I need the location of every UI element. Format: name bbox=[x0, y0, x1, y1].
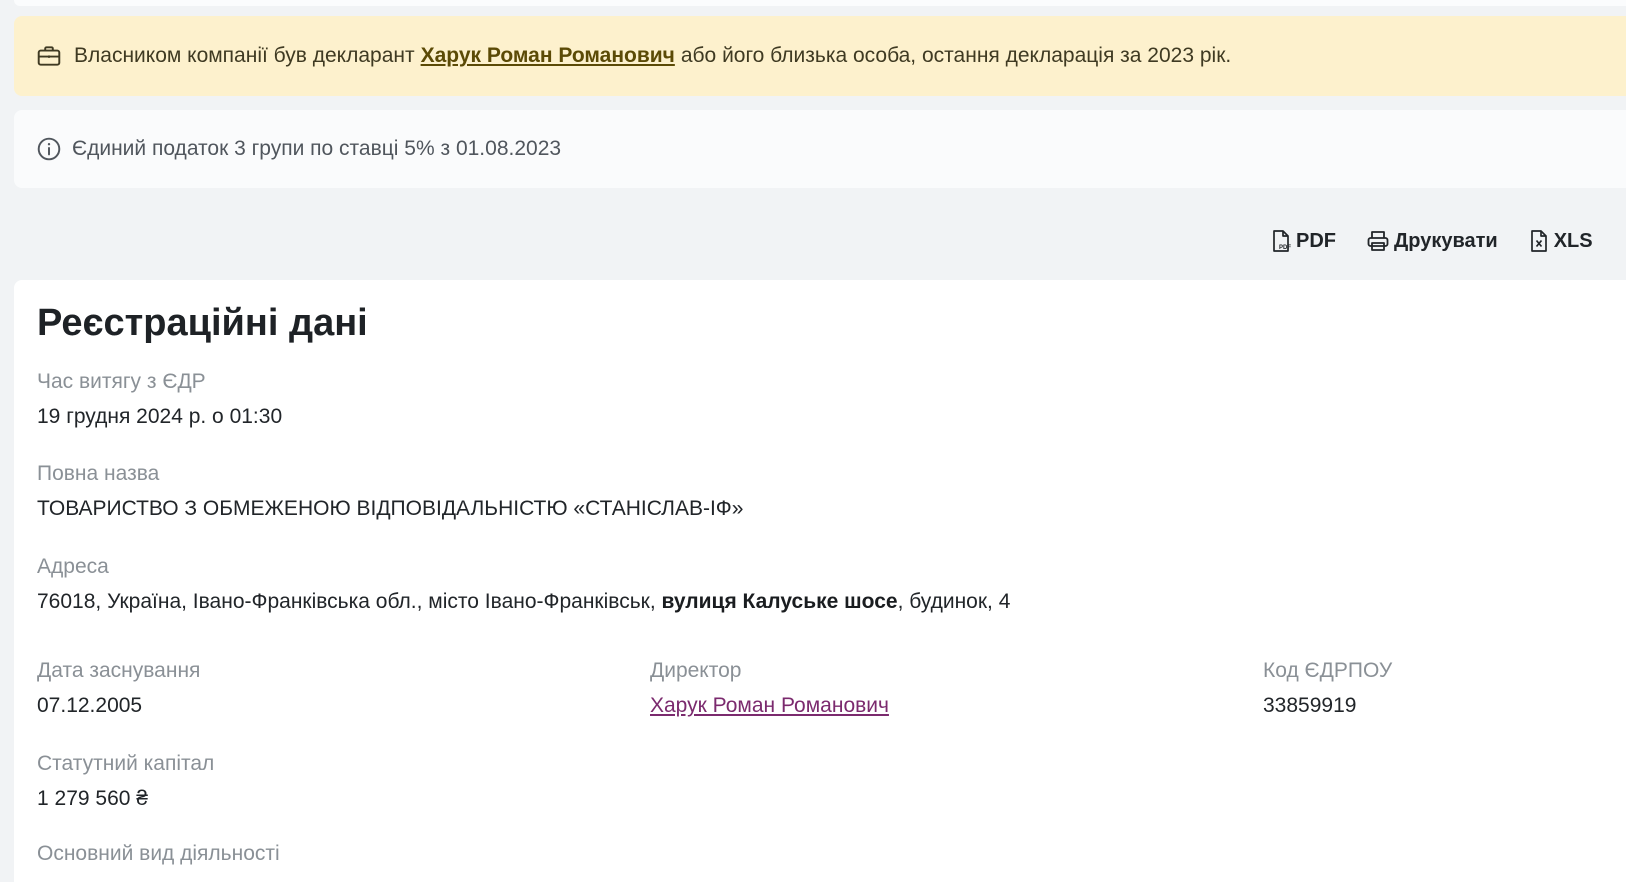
founded-field: Дата заснування 07.12.2005 bbox=[37, 658, 200, 719]
extract-time-label: Час витягу з ЄДР bbox=[37, 370, 206, 393]
capital-value: 1 279 560 ₴ bbox=[37, 787, 148, 810]
address-value-after: , будинок, 4 bbox=[897, 590, 1011, 613]
capital-label: Статутний капітал bbox=[37, 752, 215, 775]
owner-alert-text-after: або його близька особа, остання декларац… bbox=[680, 44, 1232, 67]
info-circle-icon bbox=[36, 136, 62, 162]
full-name-label: Повна назва bbox=[37, 462, 160, 485]
export-toolbar: PDF PDF Друкувати XLS bbox=[1270, 224, 1593, 258]
director-value: Харук Роман Романович bbox=[650, 693, 889, 719]
print-button[interactable]: Друкувати bbox=[1366, 229, 1498, 253]
address-value-before: 76018, Україна, Івано-Франківська обл., … bbox=[37, 590, 656, 613]
registration-card: Реєстраційні дані Час витягу з ЄДР 19 гр… bbox=[14, 280, 1626, 882]
full-name-field: Повна назва ТОВАРИСТВО З ОБМЕЖЕНОЮ ВІДПО… bbox=[37, 461, 743, 522]
director-name-link[interactable]: Харук Роман Романович bbox=[650, 694, 889, 717]
edrpou-value: 33859919 bbox=[1263, 694, 1357, 717]
company-page: Власником компанії був декларант Харук Р… bbox=[0, 0, 1626, 882]
registration-title: Реєстраційні дані bbox=[37, 302, 368, 344]
founded-label: Дата заснування bbox=[37, 659, 201, 682]
tax-info-text: Єдиний податок 3 групи по ставці 5% з 01… bbox=[72, 137, 562, 160]
director-field: Директор Харук Роман Романович bbox=[650, 658, 889, 719]
extract-time-value: 19 грудня 2024 р. о 01:30 bbox=[37, 405, 283, 428]
edrpou-field: Код ЄДРПОУ 33859919 bbox=[1263, 658, 1392, 719]
print-button-label: Друкувати bbox=[1394, 229, 1498, 252]
capital-field: Статутний капітал 1 279 560 ₴ bbox=[37, 751, 214, 812]
address-label: Адреса bbox=[37, 555, 109, 578]
pdf-file-icon: PDF bbox=[1270, 229, 1292, 253]
excel-file-icon bbox=[1528, 229, 1550, 253]
xls-button[interactable]: XLS bbox=[1528, 229, 1593, 253]
full-name-value: ТОВАРИСТВО З ОБМЕЖЕНОЮ ВІДПОВІДАЛЬНІСТЮ … bbox=[37, 497, 744, 520]
xls-button-label: XLS bbox=[1553, 229, 1593, 252]
printer-icon bbox=[1366, 229, 1390, 253]
pdf-button[interactable]: PDF PDF bbox=[1270, 229, 1336, 253]
edrpou-label: Код ЄДРПОУ bbox=[1263, 659, 1393, 682]
owner-name-link[interactable]: Харук Роман Романович bbox=[421, 44, 675, 68]
founded-value: 07.12.2005 bbox=[37, 694, 143, 717]
director-label: Директор bbox=[650, 659, 742, 682]
main-activity-label: Основний вид діяльності bbox=[37, 842, 280, 865]
previous-panel-edge bbox=[14, 0, 1626, 6]
svg-text:PDF: PDF bbox=[1279, 245, 1291, 251]
tax-info-notice: Єдиний податок 3 групи по ставці 5% з 01… bbox=[14, 110, 1626, 188]
owner-declarant-alert: Власником компанії був декларант Харук Р… bbox=[14, 16, 1626, 96]
address-value: 76018, Україна, Івано-Франківська обл., … bbox=[37, 589, 1010, 615]
owner-alert-text-before: Власником компанії був декларант bbox=[74, 44, 415, 67]
pdf-button-label: PDF bbox=[1296, 229, 1336, 252]
address-street: вулиця Калуське шосе bbox=[661, 590, 898, 613]
briefcase-icon bbox=[36, 43, 62, 69]
extract-time-field: Час витягу з ЄДР 19 грудня 2024 р. о 01:… bbox=[37, 369, 282, 430]
address-field: Адреса 76018, Україна, Івано-Франківська… bbox=[37, 554, 1010, 615]
